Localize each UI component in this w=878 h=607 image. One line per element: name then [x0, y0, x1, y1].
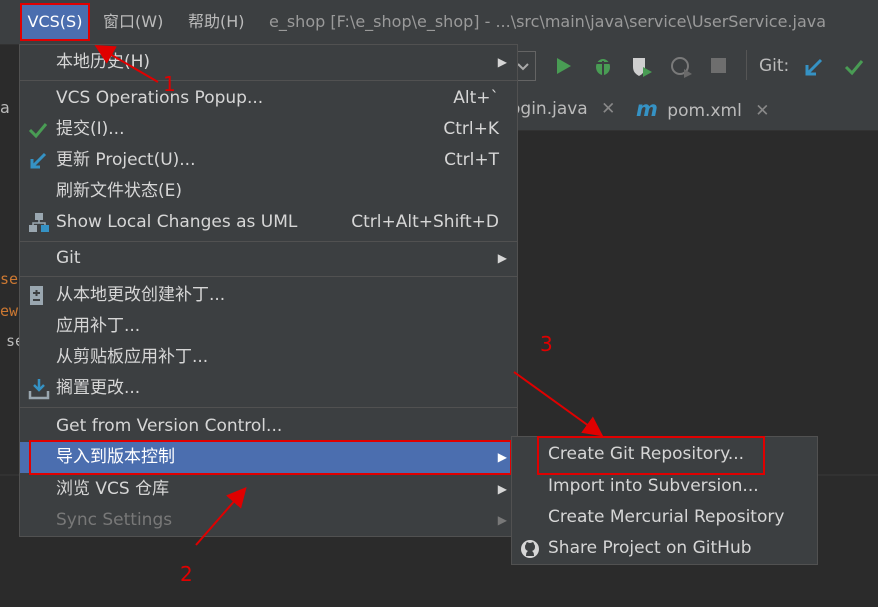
annotation-number-1: 1 — [163, 72, 176, 96]
annotation-arrow-2 — [195, 486, 247, 546]
annotation-number-2: 2 — [180, 562, 193, 586]
annotation-arrows — [94, 44, 604, 546]
annotation-number-3: 3 — [540, 332, 553, 356]
annotation-arrow-3 — [513, 371, 604, 437]
annotation-arrow-1 — [94, 44, 159, 83]
